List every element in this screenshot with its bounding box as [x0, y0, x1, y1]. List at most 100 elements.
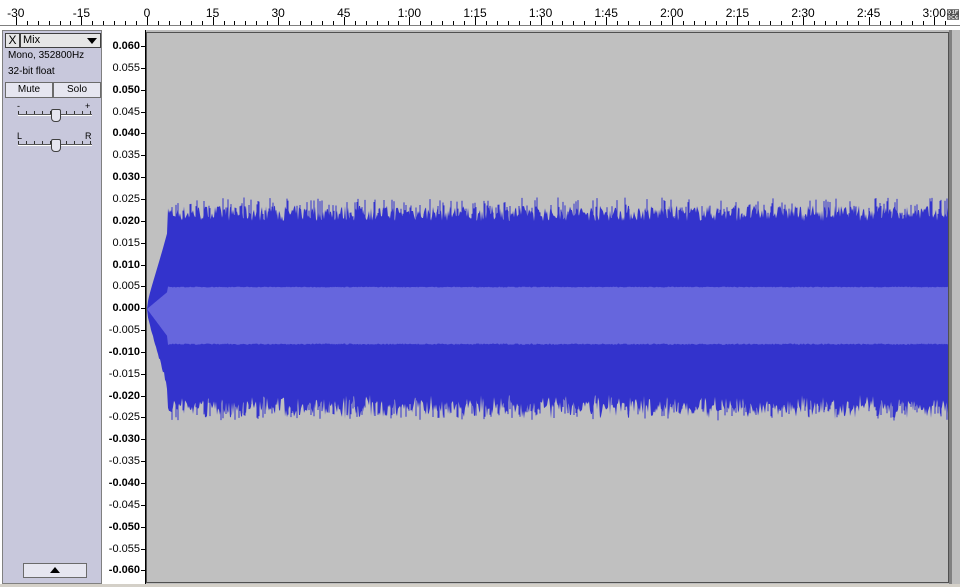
amplitude-label: 0.020 [112, 214, 140, 227]
time-tick-minor [562, 21, 564, 25]
time-tick-minor [726, 21, 728, 25]
time-tick-minor [157, 21, 159, 25]
amplitude-tick [141, 177, 145, 179]
amplitude-label: -0.035 [108, 455, 140, 468]
time-tick-major [409, 17, 411, 25]
time-tick-minor [190, 21, 192, 25]
time-tick-minor [824, 21, 826, 25]
mute-button[interactable]: Mute [5, 82, 53, 98]
timeline-ruler[interactable]: -30 -15 0 15 30 45 1:00 1:15 1:30 1:45 2:00 2:15 2:3… [0, 0, 960, 26]
time-tick-minor [179, 21, 181, 25]
time-tick-minor [584, 21, 586, 25]
amplitude-tick [141, 242, 145, 244]
time-tick-major [868, 17, 870, 25]
amplitude-tick [141, 308, 145, 310]
time-tick-minor [365, 21, 367, 25]
time-tick-minor [901, 21, 903, 25]
amplitude-tick [141, 526, 145, 528]
collapse-track-button[interactable] [23, 563, 87, 578]
amplitude-label: -0.055 [108, 542, 140, 555]
time-tick-minor [628, 21, 630, 25]
gain-plus-label: + [85, 101, 91, 111]
time-tick-major [934, 17, 936, 25]
time-tick-minor [879, 21, 881, 25]
amplitude-label: 0.005 [112, 280, 140, 293]
time-tick-minor [70, 21, 72, 25]
time-tick-minor [168, 21, 170, 25]
time-tick-minor [496, 21, 498, 25]
amplitude-tick [141, 439, 145, 441]
amplitude-tick [141, 67, 145, 69]
amplitude-label: 0.030 [112, 171, 140, 184]
time-tick-minor [103, 21, 105, 25]
chevron-down-icon [87, 38, 97, 44]
amplitude-label: -0.045 [108, 498, 140, 511]
time-tick-major [475, 17, 476, 25]
amplitude-label: -0.030 [108, 433, 140, 446]
amplitude-label: -0.015 [108, 367, 140, 380]
time-tick-minor [420, 21, 422, 25]
time-tick-minor [37, 21, 39, 25]
time-tick-minor [332, 21, 334, 25]
pan-left-label: L [17, 131, 23, 141]
track-right-edge [949, 30, 952, 584]
waveform-canvas [147, 197, 948, 421]
time-tick-minor [518, 21, 520, 25]
amplitude-label: 0.035 [112, 149, 140, 162]
amplitude-label: -0.025 [108, 411, 140, 424]
time-tick-minor [923, 21, 925, 25]
amplitude-label: -0.060 [108, 564, 140, 577]
time-tick-minor [442, 21, 444, 25]
time-tick-minor [245, 21, 247, 25]
time-tick-minor [759, 21, 761, 25]
waveform-display[interactable] [146, 32, 949, 583]
time-tick-minor [114, 21, 116, 25]
pan-slider-thumb[interactable] [51, 139, 61, 152]
amplitude-label: 0.015 [112, 236, 140, 249]
time-tick-minor [595, 21, 597, 25]
time-tick-minor [267, 21, 269, 25]
amplitude-tick [141, 133, 145, 135]
time-tick-minor [945, 21, 947, 25]
time-tick-major [343, 17, 345, 25]
time-tick-minor [835, 21, 837, 25]
solo-button[interactable]: Solo [53, 82, 101, 98]
playhead-marker-icon: 🣆 [947, 8, 959, 22]
time-tick-minor [748, 21, 750, 25]
amplitude-label: -0.010 [108, 345, 140, 358]
time-tick-minor [485, 21, 487, 25]
close-track-button[interactable]: X [5, 33, 20, 48]
time-tick-minor [431, 21, 433, 25]
amplitude-tick [141, 417, 145, 419]
amplitude-label: 0.055 [112, 61, 140, 74]
time-tick-minor [201, 21, 203, 25]
time-tick-minor [59, 21, 61, 25]
amplitude-tick [141, 548, 145, 550]
track-control-panel: X Mix Mono, 352800Hz 32-bit float Mute S… [2, 30, 102, 584]
amplitude-tick [141, 89, 145, 91]
time-tick-minor [704, 21, 706, 25]
time-tick-major [81, 17, 83, 25]
gain-minus-label: - [17, 101, 20, 111]
time-tick-minor [551, 21, 553, 25]
gain-slider-thumb[interactable] [51, 109, 61, 122]
amplitude-label: -0.040 [108, 477, 140, 489]
time-tick-minor [464, 21, 466, 25]
amplitude-tick [141, 483, 145, 484]
time-tick-major [737, 17, 739, 25]
time-tick-minor [234, 21, 236, 25]
amplitude-tick [141, 286, 145, 288]
track-name-dropdown[interactable]: Mix [20, 33, 101, 48]
amplitude-tick [141, 220, 145, 222]
amplitude-tick [141, 373, 145, 375]
time-tick-minor [912, 21, 914, 25]
time-tick-minor [136, 21, 138, 25]
time-tick-minor [660, 21, 662, 25]
time-tick-minor [125, 21, 127, 25]
time-tick-minor [770, 21, 772, 25]
amplitude-label: -0.005 [108, 324, 140, 337]
waveform-rms [147, 286, 948, 345]
amplitude-label: 0.010 [112, 258, 140, 271]
time-tick-major [671, 17, 673, 25]
amplitude-label: 0.040 [112, 127, 140, 140]
